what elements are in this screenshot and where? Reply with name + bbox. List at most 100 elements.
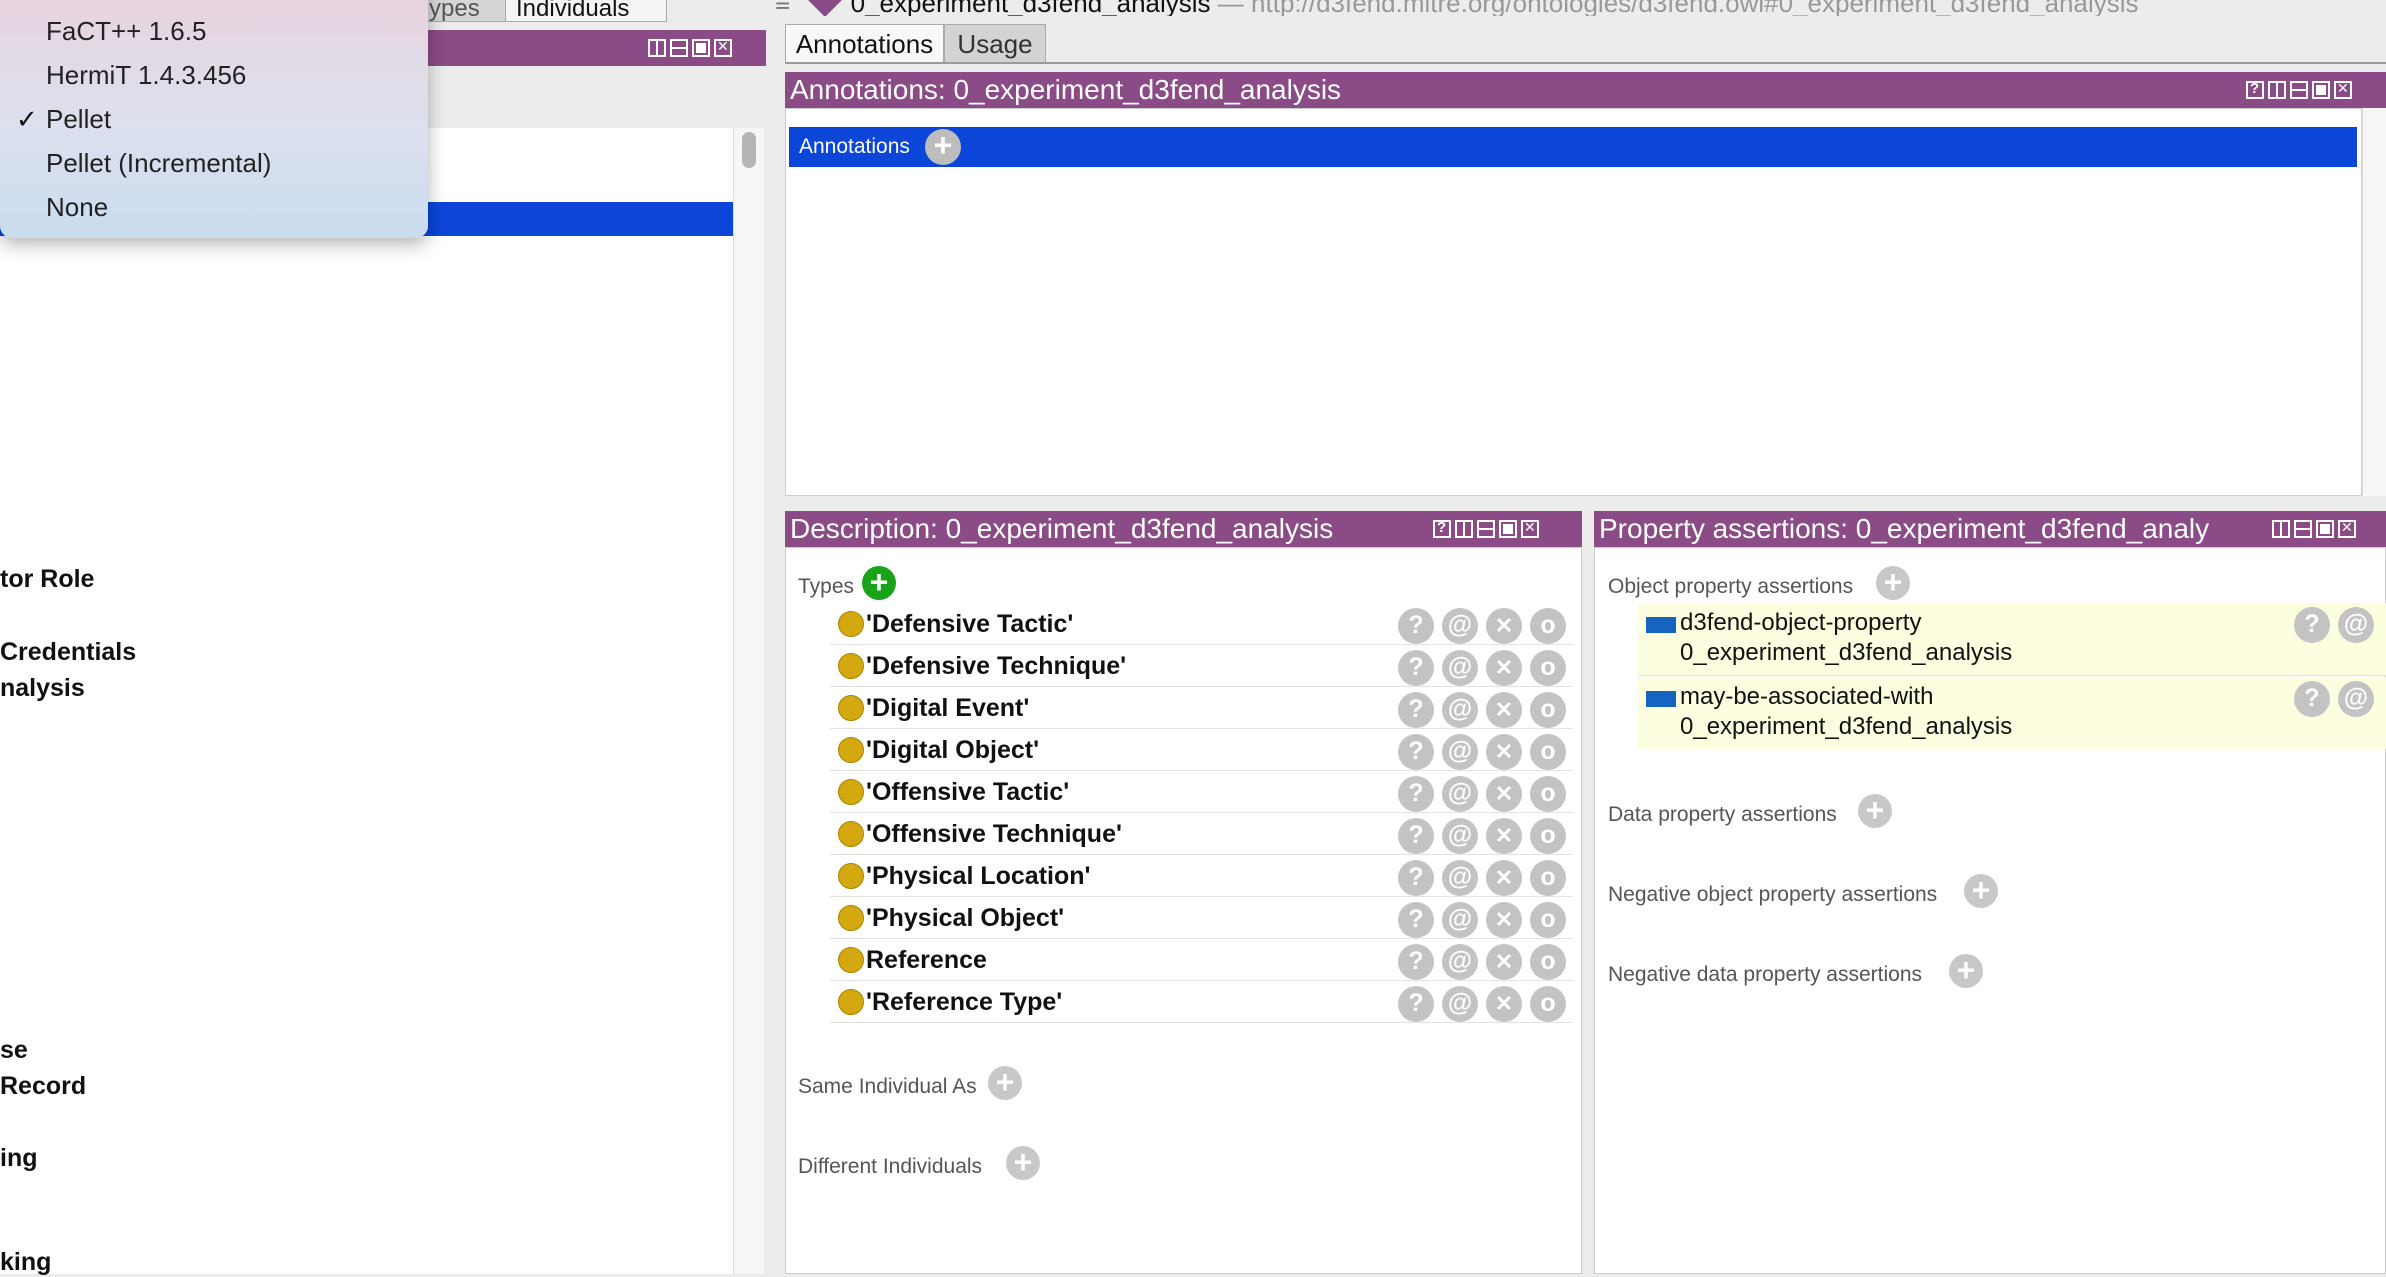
property-assertion-row[interactable]: may-be-associated-with 0_experiment_d3fe… bbox=[1638, 677, 2386, 749]
maximize-icon[interactable] bbox=[2316, 520, 2334, 538]
annotate-button[interactable]: @ bbox=[1442, 986, 1478, 1022]
add-object-property-assertion-button[interactable]: + bbox=[1876, 566, 1910, 600]
delete-button[interactable]: ✕ bbox=[1486, 944, 1522, 980]
list-item[interactable]: tor Role bbox=[0, 565, 94, 594]
delete-button[interactable]: ✕ bbox=[1486, 986, 1522, 1022]
list-item[interactable]: nalysis bbox=[0, 674, 85, 703]
edit-button[interactable]: o bbox=[1530, 986, 1566, 1022]
annotate-button[interactable]: @ bbox=[1442, 944, 1478, 980]
delete-button[interactable]: ✕ bbox=[1486, 860, 1522, 896]
menu-item-pellet[interactable]: Pellet bbox=[46, 104, 111, 135]
help-button[interactable]: ? bbox=[2294, 681, 2330, 717]
list-item[interactable]: Credentials bbox=[0, 638, 136, 667]
split-vertical-icon[interactable] bbox=[2272, 520, 2290, 538]
split-vertical-icon[interactable] bbox=[1455, 520, 1473, 538]
property-panel-controls[interactable] bbox=[2272, 519, 2356, 538]
delete-button[interactable]: ✕ bbox=[1486, 734, 1522, 770]
help-button[interactable]: ? bbox=[1398, 650, 1434, 686]
split-horizontal-icon[interactable] bbox=[670, 39, 688, 57]
edit-button[interactable]: o bbox=[1530, 818, 1566, 854]
tab-usage[interactable]: Usage bbox=[944, 24, 1046, 64]
annotate-button[interactable]: @ bbox=[1442, 692, 1478, 728]
close-icon[interactable] bbox=[714, 38, 732, 57]
annotate-button[interactable]: @ bbox=[1442, 776, 1478, 812]
help-button[interactable]: ? bbox=[1398, 860, 1434, 896]
type-row[interactable]: Reference? @ ✕ o bbox=[830, 939, 1572, 981]
help-button[interactable]: ? bbox=[1398, 986, 1434, 1022]
left-tab-individuals[interactable]: Individuals bbox=[505, 0, 667, 22]
menu-item-pellet-incremental[interactable]: Pellet (Incremental) bbox=[46, 148, 271, 179]
split-horizontal-icon[interactable] bbox=[2294, 520, 2312, 538]
help-button[interactable]: ? bbox=[1398, 818, 1434, 854]
close-icon[interactable] bbox=[2338, 519, 2356, 538]
add-negative-object-property-assertion-button[interactable]: + bbox=[1964, 874, 1998, 908]
list-item[interactable]: Record bbox=[0, 1072, 86, 1101]
delete-button[interactable]: ✕ bbox=[1486, 608, 1522, 644]
annotate-button[interactable]: @ bbox=[1442, 860, 1478, 896]
type-row[interactable]: 'Offensive Tactic'? @ ✕ o bbox=[830, 771, 1572, 813]
annotate-button[interactable]: @ bbox=[2338, 607, 2374, 643]
add-annotation-button[interactable]: + bbox=[925, 129, 961, 165]
property-assertion-row[interactable]: d3fend-object-property 0_experiment_d3fe… bbox=[1638, 603, 2386, 676]
type-row[interactable]: 'Reference Type'? @ ✕ o bbox=[830, 981, 1572, 1023]
list-item[interactable]: se bbox=[0, 1036, 28, 1065]
delete-button[interactable]: ✕ bbox=[1486, 818, 1522, 854]
menu-item-hermit[interactable]: HermiT 1.4.3.456 bbox=[46, 60, 246, 91]
edit-button[interactable]: o bbox=[1530, 608, 1566, 644]
type-row[interactable]: 'Defensive Technique'? @ ✕ o bbox=[830, 645, 1572, 687]
type-row[interactable]: 'Physical Location'? @ ✕ o bbox=[830, 855, 1572, 897]
edit-button[interactable]: o bbox=[1530, 776, 1566, 812]
split-vertical-icon[interactable] bbox=[2268, 81, 2286, 99]
annotate-button[interactable]: @ bbox=[1442, 608, 1478, 644]
help-button[interactable]: ? bbox=[1398, 944, 1434, 980]
type-row[interactable]: 'Offensive Technique'? @ ✕ o bbox=[830, 813, 1572, 855]
annotations-scrollbar[interactable] bbox=[2362, 108, 2386, 496]
hamburger-icon[interactable]: ≡ bbox=[775, 0, 790, 16]
maximize-icon[interactable] bbox=[2312, 81, 2330, 99]
help-button[interactable]: ? bbox=[1398, 608, 1434, 644]
help-button[interactable]: ? bbox=[1398, 776, 1434, 812]
left-panel-controls[interactable] bbox=[648, 38, 732, 57]
help-button[interactable]: ? bbox=[1398, 734, 1434, 770]
maximize-icon[interactable] bbox=[692, 39, 710, 57]
annotations-panel-controls[interactable] bbox=[2246, 80, 2352, 99]
help-icon[interactable] bbox=[2246, 80, 2264, 99]
delete-button[interactable]: ✕ bbox=[1486, 692, 1522, 728]
edit-button[interactable]: o bbox=[1530, 692, 1566, 728]
add-same-individual-button[interactable]: + bbox=[988, 1066, 1022, 1100]
annotations-row[interactable]: Annotations + bbox=[789, 127, 2357, 167]
list-item[interactable]: king bbox=[0, 1248, 51, 1277]
add-negative-data-property-assertion-button[interactable]: + bbox=[1949, 954, 1983, 988]
menu-item-none[interactable]: None bbox=[46, 192, 108, 223]
edit-button[interactable]: o bbox=[1530, 860, 1566, 896]
edit-button[interactable]: o bbox=[1530, 902, 1566, 938]
help-button[interactable]: ? bbox=[1398, 692, 1434, 728]
individuals-list[interactable]: tor Role Credentials nalysis se Record i… bbox=[0, 128, 733, 1277]
edit-button[interactable]: o bbox=[1530, 650, 1566, 686]
split-horizontal-icon[interactable] bbox=[1477, 520, 1495, 538]
add-different-individual-button[interactable]: + bbox=[1006, 1146, 1040, 1180]
menu-item-factpp[interactable]: FaCT++ 1.6.5 bbox=[46, 16, 206, 47]
split-vertical-icon[interactable] bbox=[648, 39, 666, 57]
description-panel-controls[interactable] bbox=[1433, 519, 1539, 538]
help-button[interactable]: ? bbox=[2294, 607, 2330, 643]
add-type-button[interactable]: + bbox=[862, 566, 896, 600]
annotate-button[interactable]: @ bbox=[1442, 650, 1478, 686]
close-icon[interactable] bbox=[1521, 519, 1539, 538]
scrollbar-thumb[interactable] bbox=[742, 132, 756, 168]
annotate-button[interactable]: @ bbox=[1442, 818, 1478, 854]
left-tab-types[interactable]: ypes bbox=[420, 0, 510, 22]
tab-annotations[interactable]: Annotations bbox=[785, 24, 944, 64]
close-icon[interactable] bbox=[2334, 80, 2352, 99]
delete-button[interactable]: ✕ bbox=[1486, 776, 1522, 812]
type-row[interactable]: 'Digital Object'? @ ✕ o bbox=[830, 729, 1572, 771]
delete-button[interactable]: ✕ bbox=[1486, 650, 1522, 686]
split-horizontal-icon[interactable] bbox=[2290, 81, 2308, 99]
type-row[interactable]: 'Physical Object'? @ ✕ o bbox=[830, 897, 1572, 939]
annotate-button[interactable]: @ bbox=[1442, 902, 1478, 938]
type-row[interactable]: 'Defensive Tactic'? @ ✕ o bbox=[830, 603, 1572, 645]
help-icon[interactable] bbox=[1433, 519, 1451, 538]
list-item[interactable]: ing bbox=[0, 1144, 38, 1173]
edit-button[interactable]: o bbox=[1530, 944, 1566, 980]
type-row[interactable]: 'Digital Event'? @ ✕ o bbox=[830, 687, 1572, 729]
